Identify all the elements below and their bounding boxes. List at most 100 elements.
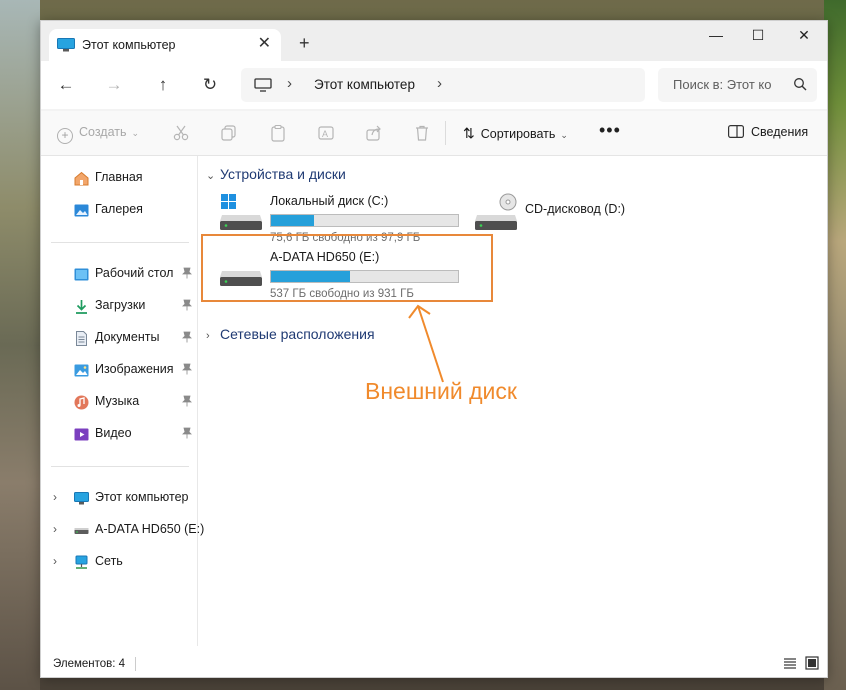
sidebar-item-desktop[interactable]: Рабочий стол <box>41 260 197 288</box>
pin-icon[interactable] <box>182 427 192 439</box>
annotation-highlight-box <box>201 234 493 302</box>
sidebar-item-music[interactable]: Музыка <box>41 388 197 416</box>
group-header-network[interactable]: › Сетевые расположения <box>206 326 375 342</box>
group-title: Устройства и диски <box>220 166 346 182</box>
up-arrow-icon[interactable]: ↑ <box>152 75 174 97</box>
sidebar-item-pictures[interactable]: Изображения <box>41 356 197 384</box>
paste-icon[interactable] <box>269 124 287 142</box>
create-button[interactable]: + Создать ⌄ <box>57 125 139 144</box>
pin-icon[interactable] <box>182 267 192 279</box>
download-icon <box>76 300 87 314</box>
video-icon <box>74 428 89 441</box>
item-count: Элементов: 4 <box>53 658 126 670</box>
delete-icon[interactable] <box>413 124 431 142</box>
computer-outline-icon <box>254 78 272 92</box>
refresh-icon[interactable]: ↻ <box>199 75 221 97</box>
details-pane-button[interactable]: Сведения <box>728 125 808 139</box>
sidebar-item-label: Документы <box>95 330 160 344</box>
tiles-view-icon[interactable] <box>805 656 819 670</box>
search-icon <box>794 78 807 91</box>
sidebar-item-gallery[interactable]: Галерея <box>41 196 197 224</box>
expand-chevron-icon[interactable]: › <box>53 554 57 568</box>
cut-icon[interactable] <box>172 124 190 142</box>
sidebar-item-this-pc[interactable]: › Этот компьютер <box>41 484 197 512</box>
back-arrow-icon[interactable]: ← <box>55 75 77 97</box>
breadcrumb-this-pc[interactable]: Этот компьютер <box>314 77 415 92</box>
expand-chevron-icon[interactable]: › <box>53 522 57 536</box>
expand-chevron-icon[interactable]: › <box>53 490 57 504</box>
sidebar-item-label: Загрузки <box>95 298 146 312</box>
pin-icon[interactable] <box>182 299 192 311</box>
drive-name: Локальный диск (C:) <box>270 194 389 208</box>
drive-icon <box>74 528 89 534</box>
rename-icon[interactable]: A <box>317 124 335 142</box>
cd-drive-icon <box>475 193 517 230</box>
windows-drive-icon <box>220 194 262 230</box>
chevron-right-icon[interactable]: › <box>287 75 292 92</box>
sort-label: Сортировать <box>480 127 556 141</box>
annotation-arrow <box>408 304 444 383</box>
documents-icon <box>76 331 87 346</box>
status-divider <box>135 657 136 671</box>
home-icon <box>74 171 89 186</box>
copy-icon[interactable] <box>220 124 238 142</box>
computer-icon <box>57 38 75 52</box>
drive-name: CD-дисковод (D:) <box>525 202 626 216</box>
sidebar-item-video[interactable]: Видео <box>41 420 197 448</box>
tab-close-icon[interactable]: ✕ <box>258 35 271 53</box>
chevron-down-icon: ⌄ <box>206 170 216 182</box>
close-button[interactable]: ✕ <box>790 27 818 44</box>
sort-icon: ⇅ <box>463 125 475 141</box>
details-label: Сведения <box>751 125 809 139</box>
sidebar-item-label: Видео <box>95 426 132 440</box>
sidebar-item-documents[interactable]: Документы <box>41 324 197 352</box>
svg-text:A: A <box>322 129 328 139</box>
sort-button[interactable]: ⇅ Сортировать ⌄ <box>463 125 568 142</box>
pin-icon[interactable] <box>182 395 192 407</box>
share-icon[interactable] <box>365 124 383 142</box>
forward-arrow-icon[interactable]: → <box>103 75 125 97</box>
chevron-right-icon[interactable]: › <box>437 75 442 92</box>
search-input[interactable]: Поиск в: Этот ко <box>658 68 817 102</box>
group-title: Сетевые расположения <box>220 326 375 342</box>
drive-d[interactable]: CD-дисковод (D:) <box>473 192 673 248</box>
minimize-button[interactable]: — <box>702 27 730 43</box>
sidebar-item-network[interactable]: › Сеть <box>41 548 197 576</box>
desktop-background-left <box>0 0 40 690</box>
pin-icon[interactable] <box>182 363 192 375</box>
sidebar-item-label: Этот компьютер <box>95 490 189 504</box>
sidebar-divider <box>51 466 189 467</box>
create-label: Создать <box>79 125 127 139</box>
status-bar: Элементов: 4 <box>41 646 827 677</box>
gallery-icon <box>74 204 89 217</box>
music-icon <box>74 395 89 410</box>
sidebar-item-downloads[interactable]: Загрузки <box>41 292 197 320</box>
new-tab-button[interactable]: + <box>299 34 310 52</box>
tab-title: Этот компьютер <box>82 38 176 52</box>
details-pane-icon <box>728 125 745 139</box>
sidebar-item-label: Главная <box>95 170 143 184</box>
plus-icon: + <box>57 128 73 144</box>
chevron-down-icon: ⌄ <box>131 128 140 138</box>
details-view-icon[interactable] <box>783 656 797 670</box>
sidebar-item-external-drive[interactable]: › A-DATA HD650 (E:) <box>41 516 204 544</box>
more-options-button[interactable]: ••• <box>599 120 621 141</box>
address-bar[interactable]: › Этот компьютер › <box>241 68 645 102</box>
drive-usage-fill <box>271 215 314 226</box>
drive-usage-bar <box>270 214 459 227</box>
maximize-button[interactable]: ☐ <box>744 27 772 44</box>
sidebar-item-label: Музыка <box>95 394 140 408</box>
sidebar-item-label: Галерея <box>95 202 143 216</box>
sidebar-divider <box>51 242 189 243</box>
desktop-icon <box>74 268 89 281</box>
sidebar-item-label: Сеть <box>95 554 123 568</box>
group-header-devices[interactable]: ⌄ Устройства и диски <box>206 166 346 182</box>
sidebar-item-label: A-DATA HD650 (E:) <box>95 522 205 536</box>
chevron-right-icon: › <box>206 330 210 342</box>
pin-icon[interactable] <box>182 331 192 343</box>
pictures-icon <box>74 364 89 377</box>
navigation-bar: ← → ↑ ↻ › Этот компьютер › Поиск в: Этот… <box>41 61 827 109</box>
sidebar-item-home[interactable]: Главная <box>41 164 197 192</box>
computer-icon <box>74 492 89 505</box>
sidebar-item-label: Изображения <box>95 362 174 376</box>
